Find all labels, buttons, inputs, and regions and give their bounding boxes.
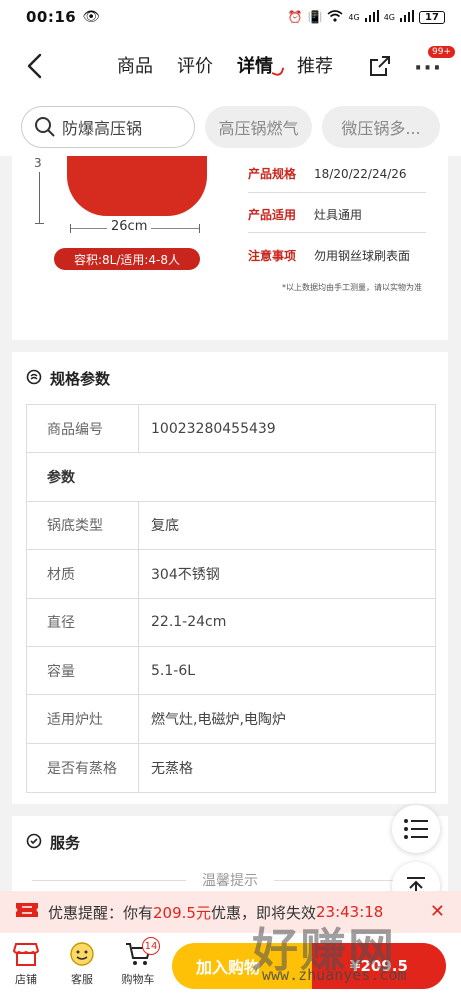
tab-details[interactable]: 详情 xyxy=(237,52,273,78)
divider xyxy=(32,879,186,881)
param-value: 10023280455439 xyxy=(151,420,276,437)
suggestion-chip[interactable]: 微压锅多... xyxy=(322,106,440,148)
message-badge: 99+ xyxy=(428,46,455,58)
list-menu-button[interactable] xyxy=(392,805,440,853)
network-label-2: 4G xyxy=(383,12,395,22)
param-key: 锅底类型 xyxy=(27,501,139,550)
param-value: 5.1-6L xyxy=(151,662,196,679)
pressure-cooker-image xyxy=(67,156,207,216)
divider xyxy=(248,192,426,193)
list-icon xyxy=(404,819,428,839)
param-key: 是否有蒸格 xyxy=(27,743,139,793)
search-chip[interactable]: 防爆高压锅 xyxy=(21,106,195,148)
status-icons: ⏰ 📳 4G 4G 17 xyxy=(287,9,445,25)
param-value: 复底 xyxy=(151,518,179,535)
width-label: 26cm xyxy=(107,219,152,234)
search-icon xyxy=(35,117,55,137)
param-value: 无蒸格 xyxy=(151,760,193,777)
spec-row: 产品规格 18/20/22/24/26 xyxy=(248,165,407,182)
close-icon[interactable]: ✕ xyxy=(430,901,445,922)
cart-count-badge: 14 xyxy=(142,937,160,955)
spec-key: 注意事项 xyxy=(248,249,297,263)
param-group: 参数 xyxy=(47,470,75,487)
eye-icon: 👁 xyxy=(82,9,101,25)
param-key: 适用炉灶 xyxy=(27,695,139,743)
network-label: 4G xyxy=(348,12,360,22)
spec-params-icon xyxy=(26,369,42,389)
height-dimension-line xyxy=(35,172,44,224)
nav-tabs: 商品 评价 详情 推荐 xyxy=(117,52,333,78)
table-row: 适用炉灶 燃气灶,电磁炉,电陶炉 xyxy=(27,695,435,744)
param-key: 容量 xyxy=(27,646,139,695)
spec-params-card: 规格参数 商品编号 10023280455439 参数 锅底类型 复底 材质 3… xyxy=(12,352,448,804)
spec-params-title: 规格参数 xyxy=(50,370,111,388)
signal-icon-2 xyxy=(400,9,414,25)
param-key: 直径 xyxy=(27,598,139,646)
spec-key: 产品规格 xyxy=(248,167,297,181)
watermark-url: www.zhuanyes.com xyxy=(262,966,407,984)
top-nav: 商品 评价 详情 推荐 ··· 99+ xyxy=(0,34,461,98)
service-title: 服务 xyxy=(50,834,81,852)
param-key: 材质 xyxy=(27,550,139,598)
customer-service-button[interactable]: 客服 xyxy=(60,941,104,987)
spec-value: 18/20/22/24/26 xyxy=(314,166,407,181)
param-key: 商品编号 xyxy=(27,405,139,453)
height-mark: 3 xyxy=(34,156,42,170)
status-time: 00:16 xyxy=(26,8,77,26)
service-icon xyxy=(26,833,42,853)
spec-row: 注意事项 勿用钢丝球刷表面 xyxy=(248,247,410,264)
vibrate-icon: 📳 xyxy=(307,10,323,24)
table-section-row: 参数 xyxy=(27,453,435,502)
tab-recommend[interactable]: 推荐 xyxy=(297,52,333,78)
cart-label: 购物车 xyxy=(121,973,155,986)
coupon-icon xyxy=(14,900,40,924)
spec-value: 勿用钢丝球刷表面 xyxy=(314,249,411,263)
cart-button[interactable]: 14 购物车 xyxy=(116,937,160,987)
search-chip-label: 防爆高压锅 xyxy=(62,119,143,138)
promo-prefix: 优惠提醒：你有 xyxy=(48,903,154,922)
customer-service-label: 客服 xyxy=(71,973,93,986)
suggestion-chip[interactable]: 高压锅燃气 xyxy=(205,106,312,148)
param-value: 燃气灶,电磁炉,电陶炉 xyxy=(151,712,286,729)
measurement-note: *以上数据均由手工测量，请以实物为准 xyxy=(282,283,422,292)
customer-service-icon xyxy=(70,942,94,966)
shop-icon xyxy=(12,943,40,966)
section-title: 规格参数 xyxy=(26,368,110,389)
warm-tip-label: 温馨提示 xyxy=(202,873,258,889)
tab-product[interactable]: 商品 xyxy=(117,52,153,78)
battery-icon: 17 xyxy=(419,10,445,24)
spec-key: 产品适用 xyxy=(248,208,297,222)
search-chips: 防爆高压锅 高压锅燃气 微压锅多... xyxy=(0,98,461,156)
shop-label: 店铺 xyxy=(15,973,37,986)
param-value: 304不锈钢 xyxy=(151,566,220,583)
spec-table: 商品编号 10023280455439 参数 锅底类型 复底 材质 304不锈钢… xyxy=(26,404,436,794)
alarm-icon: ⏰ xyxy=(287,10,303,24)
param-value: 22.1-24cm xyxy=(151,614,227,631)
shop-button[interactable]: 店铺 xyxy=(4,941,48,987)
wifi-icon xyxy=(327,9,343,25)
table-row: 容量 5.1-6L xyxy=(27,646,435,696)
table-row: 直径 22.1-24cm xyxy=(27,598,435,647)
divider xyxy=(248,232,426,233)
tab-reviews[interactable]: 评价 xyxy=(177,52,213,78)
back-arrow-icon[interactable] xyxy=(22,52,50,80)
table-row: 是否有蒸格 无蒸格 xyxy=(27,743,435,793)
more-icon[interactable]: ··· xyxy=(414,56,442,81)
table-row: 锅底类型 复底 xyxy=(27,501,435,551)
table-row: 材质 304不锈钢 xyxy=(27,550,435,599)
signal-icon xyxy=(364,9,379,25)
spec-row: 产品适用 灶具通用 xyxy=(248,206,362,223)
share-icon[interactable] xyxy=(368,54,392,78)
section-title: 服务 xyxy=(26,832,80,853)
product-detail-image: 3 26cm 容积:8L/适用:4-8人 产品规格 18/20/22/24/26… xyxy=(12,156,448,340)
table-row: 商品编号 10023280455439 xyxy=(27,405,435,454)
capacity-tag: 容积:8L/适用:4-8人 xyxy=(54,248,200,270)
promo-amount: 209.5元 xyxy=(153,903,211,922)
warm-tip: 温馨提示 xyxy=(32,870,428,890)
spec-value: 灶具通用 xyxy=(314,208,363,222)
status-bar: 00:16 👁 ⏰ 📳 4G 4G 17 xyxy=(0,0,461,34)
